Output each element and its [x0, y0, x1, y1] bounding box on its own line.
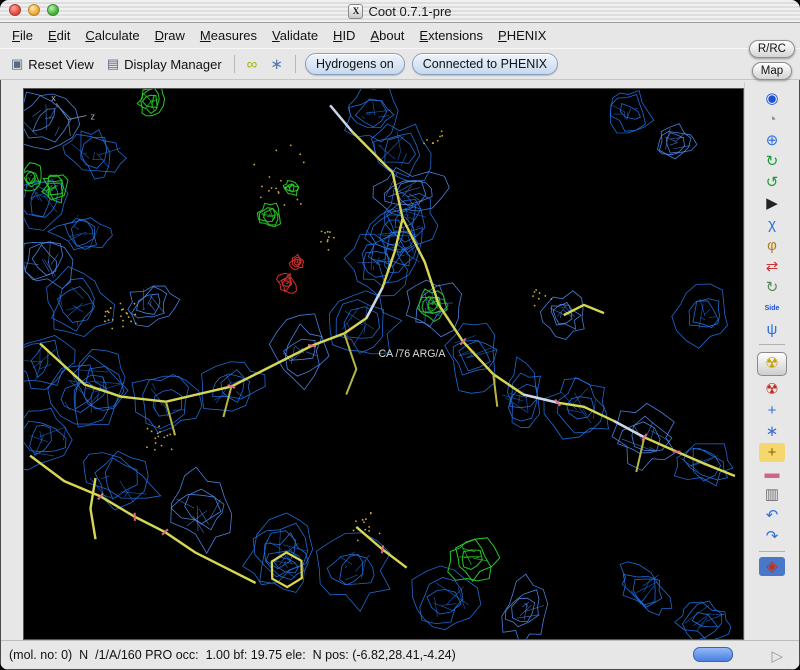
density-mesh: xz [24, 89, 736, 639]
menu-item-hid[interactable]: HID [333, 28, 355, 43]
menu-item-extensions[interactable]: Extensions [419, 28, 483, 43]
backbone-icon[interactable]: ψ [759, 320, 785, 339]
main-area: xz CA /76 ARG/A ◉ ◔ ⊕ ↻ ↺ ▶ χ φ ⇄ ↻ Side ψ ☢ ☢ + ∗ + ▬ ▥ ↶ ↷… [1, 82, 799, 640]
reset-view-label: Reset View [28, 56, 94, 72]
builder-icon: ∗ [270, 56, 283, 73]
corner-buttons: R/RC Map [748, 40, 795, 80]
redo-icon[interactable]: ↷ [759, 527, 785, 546]
menu-item-calculate[interactable]: Calculate [85, 28, 139, 43]
toolbar-separator [233, 55, 235, 73]
auto-fit-icon[interactable]: ∗ [759, 422, 785, 441]
alt-conf-icon[interactable]: ▬ [759, 464, 785, 483]
display-manager-button[interactable]: ▤ Display Manager [104, 54, 225, 74]
zoom-button[interactable] [47, 4, 59, 16]
scroll-thumb[interactable] [693, 647, 733, 662]
toolbar-separator [294, 55, 296, 73]
hydrogens-toggle-button[interactable]: Hydrogens on [304, 53, 405, 75]
add-atom-icon[interactable]: + [759, 401, 785, 420]
menu-item-measures[interactable]: Measures [200, 28, 257, 43]
canvas-area: xz CA /76 ARG/A [1, 82, 744, 640]
display-manager-icon: ▤ [106, 56, 120, 71]
molecular-viewport[interactable]: xz CA /76 ARG/A [23, 88, 744, 640]
builder-tool-button[interactable]: ∗ [267, 53, 286, 75]
ligand-icon: ∞ [246, 55, 258, 73]
titlebar[interactable]: X Coot 0.7.1-pre [0, 0, 800, 23]
x11-app-icon: X [348, 3, 364, 19]
rrc-button[interactable]: R/RC [748, 40, 795, 58]
recenter-view-icon[interactable]: ◉ [759, 89, 785, 108]
menu-item-file[interactable]: File [12, 28, 33, 43]
menu-item-about[interactable]: About [370, 28, 404, 43]
display-manager-label: Display Manager [124, 56, 222, 72]
phenix-connection-button[interactable]: Connected to PHENIX [411, 53, 559, 75]
menu-item-validate[interactable]: Validate [272, 28, 318, 43]
status-text: (mol. no: 0) N /1/A/160 PRO occ: 1.00 bf… [9, 648, 456, 662]
rotate-zone-icon[interactable]: ↻ [759, 152, 785, 171]
flip-peptide-icon[interactable]: ⇄ [759, 257, 785, 276]
statusbar: (mol. no: 0) N /1/A/160 PRO occ: 1.00 bf… [1, 640, 799, 669]
reset-view-button[interactable]: ▣ Reset View [8, 54, 97, 74]
delete-atom-icon[interactable]: ▥ [759, 485, 785, 504]
residue-label: CA /76 ARG/A [378, 348, 446, 360]
play-icon[interactable]: ▶ [759, 194, 785, 213]
run-refmac-icon[interactable]: ◈ [759, 557, 785, 576]
close-button[interactable] [9, 4, 21, 16]
cycle-conformer-icon[interactable]: ↻ [759, 278, 785, 297]
menu-item-edit[interactable]: Edit [48, 28, 70, 43]
menu-item-draw[interactable]: Draw [155, 28, 185, 43]
regularize-zone-icon[interactable]: ☢ [759, 380, 785, 399]
chi-angles-icon[interactable]: χ [759, 215, 785, 234]
model-toolbar: ◉ ◔ ⊕ ↻ ↺ ▶ χ φ ⇄ ↻ Side ψ ☢ ☢ + ∗ + ▬ ▥ ↶ ↷ ◈ [744, 82, 799, 640]
window-title: Coot 0.7.1-pre [368, 3, 452, 19]
map-button[interactable]: Map [751, 62, 793, 80]
menu-item-phenix[interactable]: PHENIX [498, 28, 546, 43]
window-controls [9, 4, 59, 16]
axis-z-label: z [90, 112, 95, 122]
toolbar: ▣ Reset View ▤ Display Manager ∞ ∗ Hydro… [0, 48, 800, 80]
axis-x-label: x [51, 93, 56, 103]
torsion-general-icon[interactable]: φ [759, 236, 785, 255]
add-residue-icon[interactable]: + [759, 443, 785, 462]
coot-window: X Coot 0.7.1-pre File Edit Calculate Draw Me… [0, 0, 800, 670]
reset-view-icon: ▣ [11, 56, 24, 71]
toolbar-group-separator [759, 551, 785, 552]
title-wrap: X Coot 0.7.1-pre [348, 3, 452, 19]
toolbar-group-separator [759, 344, 785, 345]
menubar: File Edit Calculate Draw Measures Validate HID… [0, 23, 800, 48]
minimize-button[interactable] [28, 4, 40, 16]
move-zone-icon[interactable]: ⊕ [759, 131, 785, 150]
side-chain-flip-icon[interactable]: Side [759, 299, 785, 318]
refine-zone-icon[interactable]: ☢ [757, 352, 787, 376]
spin-view-icon[interactable]: ↺ [759, 173, 785, 192]
undo-icon[interactable]: ↶ [759, 506, 785, 525]
ligand-tool-button[interactable]: ∞ [244, 54, 261, 75]
resize-grip-icon[interactable]: ▷ [771, 647, 783, 665]
clock-icon[interactable]: ◔ [759, 110, 785, 129]
